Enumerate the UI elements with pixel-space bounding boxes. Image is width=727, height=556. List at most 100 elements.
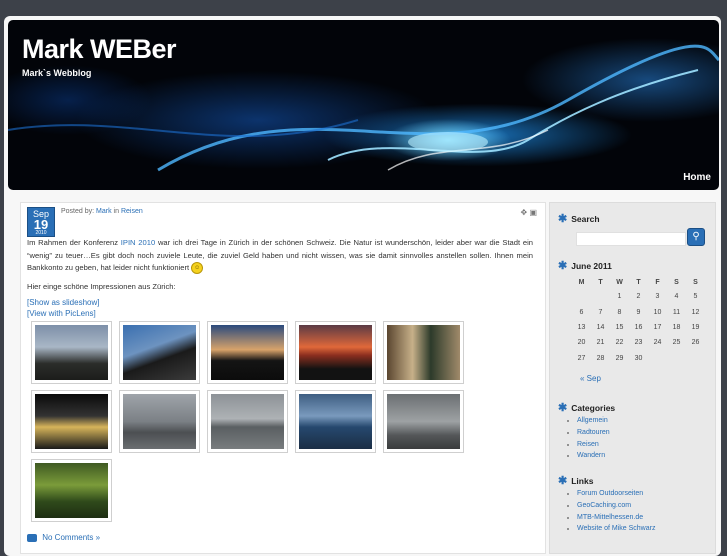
calendar-day: 27 — [577, 354, 586, 362]
search-button[interactable]: ⚲ — [687, 228, 705, 246]
category-item[interactable]: Reisen — [577, 439, 610, 451]
calendar-day: 2 — [636, 293, 641, 301]
calendar-day: 8 — [617, 308, 622, 316]
category-link[interactable]: Reisen — [121, 208, 143, 215]
link-label[interactable]: GeoCaching.com — [577, 502, 631, 509]
star-icon: ✱ — [558, 213, 568, 225]
star-icon: ✱ — [558, 402, 568, 414]
gallery-links: [Show as slideshow] [View with PicLens] — [27, 297, 99, 319]
calendar-day: 1 — [617, 293, 622, 301]
gallery-thumb[interactable] — [295, 321, 376, 384]
category-item[interactable]: Wandern — [577, 450, 610, 462]
calendar-day — [667, 351, 686, 366]
move-icon[interactable]: ✥ — [521, 208, 528, 217]
calendar-day: 7 — [598, 308, 603, 316]
calendar-day: 21 — [596, 339, 605, 347]
site-description: Mark`s Webblog — [22, 68, 92, 78]
calendar-day: 25 — [672, 339, 681, 347]
gallery-thumb[interactable] — [119, 390, 200, 453]
comments-label: No Comments » — [42, 533, 101, 542]
calendar-day: 14 — [596, 323, 605, 331]
link-label[interactable]: Website of Mike Schwarz — [577, 525, 655, 532]
date-day: 19 — [33, 217, 49, 232]
posted-by: Posted by: Mark in Reisen — [61, 208, 143, 215]
calendar-day: 22 — [615, 339, 624, 347]
gallery-thumb[interactable] — [295, 390, 376, 453]
post-paragraph-1: Im Rahmen der Konferenz IPIN 2010 war ic… — [27, 237, 533, 275]
link-item[interactable]: GeoCaching.com — [577, 500, 655, 512]
date-year: 2010 — [35, 230, 47, 236]
post-tools: ✥ ▣ — [521, 208, 538, 217]
calendar-day: 23 — [634, 339, 643, 347]
link-item[interactable]: Website of Mike Schwarz — [577, 523, 655, 535]
ipin-link[interactable]: IPIN 2010 — [121, 238, 155, 247]
calendar-day: 17 — [653, 323, 662, 331]
calendar-day: 12 — [691, 308, 700, 316]
calendar-header-row: M T W T F S S — [572, 275, 705, 289]
day-header: T — [598, 278, 603, 286]
site-header: Mark WEBer Mark`s Webblog Home — [8, 20, 719, 190]
calendar-day: 20 — [577, 339, 586, 347]
post-body: Im Rahmen der Konferenz IPIN 2010 war ic… — [27, 237, 533, 293]
calendar-day: 26 — [691, 339, 700, 347]
category-item[interactable]: Allgemein — [577, 415, 610, 427]
calendar-day: 28 — [596, 354, 605, 362]
sidebar: ✱ Search ⚲ ✱ June 2011 M T W T F S S 1 2 3 — [549, 202, 716, 554]
category-label[interactable]: Wandern — [577, 452, 605, 459]
slideshow-link[interactable]: [Show as slideshow] — [27, 297, 99, 308]
gallery-thumb[interactable] — [207, 390, 288, 453]
links-list: Forum Outdoorseiten GeoCaching.com MTB-M… — [565, 488, 655, 535]
category-label[interactable]: Reisen — [577, 441, 599, 448]
author-link[interactable]: Mark — [96, 208, 112, 215]
calendar-day: 24 — [653, 339, 662, 347]
link-item[interactable]: Forum Outdoorseiten — [577, 488, 655, 500]
comments-link[interactable]: No Comments » — [27, 533, 100, 542]
link-label[interactable]: Forum Outdoorseiten — [577, 490, 643, 497]
calendar-day: 3 — [655, 293, 660, 301]
paragraph1-start: Im Rahmen der Konferenz — [27, 238, 118, 247]
posted-by-label: Posted by: — [61, 208, 95, 215]
gallery-thumb[interactable] — [383, 321, 464, 384]
category-label[interactable]: Allgemein — [577, 417, 608, 424]
calendar-day: 16 — [634, 323, 643, 331]
search-title-label: Search — [571, 214, 600, 224]
date-badge: Sep 19 2010 — [27, 207, 55, 237]
category-label[interactable]: Radtouren — [577, 429, 610, 436]
star-icon: ✱ — [558, 260, 568, 272]
post-paragraph-2: Hier einge schöne Impressionen aus Züric… — [27, 281, 176, 291]
post-content: Sep 19 2010 Posted by: Mark in Reisen ✥ … — [20, 202, 546, 554]
category-item[interactable]: Radtouren — [577, 427, 610, 439]
categories-title-label: Categories — [571, 403, 616, 413]
calendar-day: 9 — [636, 308, 641, 316]
smiley-icon: ☺ — [191, 262, 204, 274]
calendar-day: 10 — [653, 308, 662, 316]
calendar-widget-title: ✱ June 2011 — [558, 259, 612, 272]
star-icon: ✱ — [558, 475, 568, 487]
calendar-day — [572, 289, 591, 304]
gallery-thumb[interactable] — [31, 321, 112, 384]
gallery-thumb[interactable] — [31, 459, 112, 522]
day-header: S — [674, 278, 679, 286]
site-title[interactable]: Mark WEBer — [22, 34, 177, 65]
link-label[interactable]: MTB-Mittelhessen.de — [577, 514, 643, 521]
magnifier-icon: ⚲ — [692, 231, 700, 242]
nav-home-link[interactable]: Home — [683, 172, 711, 183]
calendar-week: 20 21 22 23 24 25 26 — [572, 335, 705, 350]
search-widget-title: ✱ Search — [558, 212, 600, 225]
calendar-day: 5 — [693, 293, 698, 301]
gallery-thumb[interactable] — [119, 321, 200, 384]
calendar-day: 6 — [579, 308, 584, 316]
piclens-link[interactable]: [View with PicLens] — [27, 308, 99, 319]
gallery-thumb[interactable] — [207, 321, 288, 384]
gallery-thumb[interactable] — [31, 390, 112, 453]
calendar-week: 1 2 3 4 5 — [572, 289, 705, 304]
calendar-day — [686, 351, 705, 366]
print-icon[interactable]: ▣ — [529, 208, 537, 217]
day-header: S — [693, 278, 698, 286]
calendar-prev-link[interactable]: « Sep — [580, 374, 601, 383]
link-item[interactable]: MTB-Mittelhessen.de — [577, 512, 655, 524]
gallery-thumb[interactable] — [383, 390, 464, 453]
search-input[interactable] — [576, 232, 686, 246]
calendar-day: 15 — [615, 323, 624, 331]
calendar-week: 27 28 29 30 — [572, 351, 705, 366]
